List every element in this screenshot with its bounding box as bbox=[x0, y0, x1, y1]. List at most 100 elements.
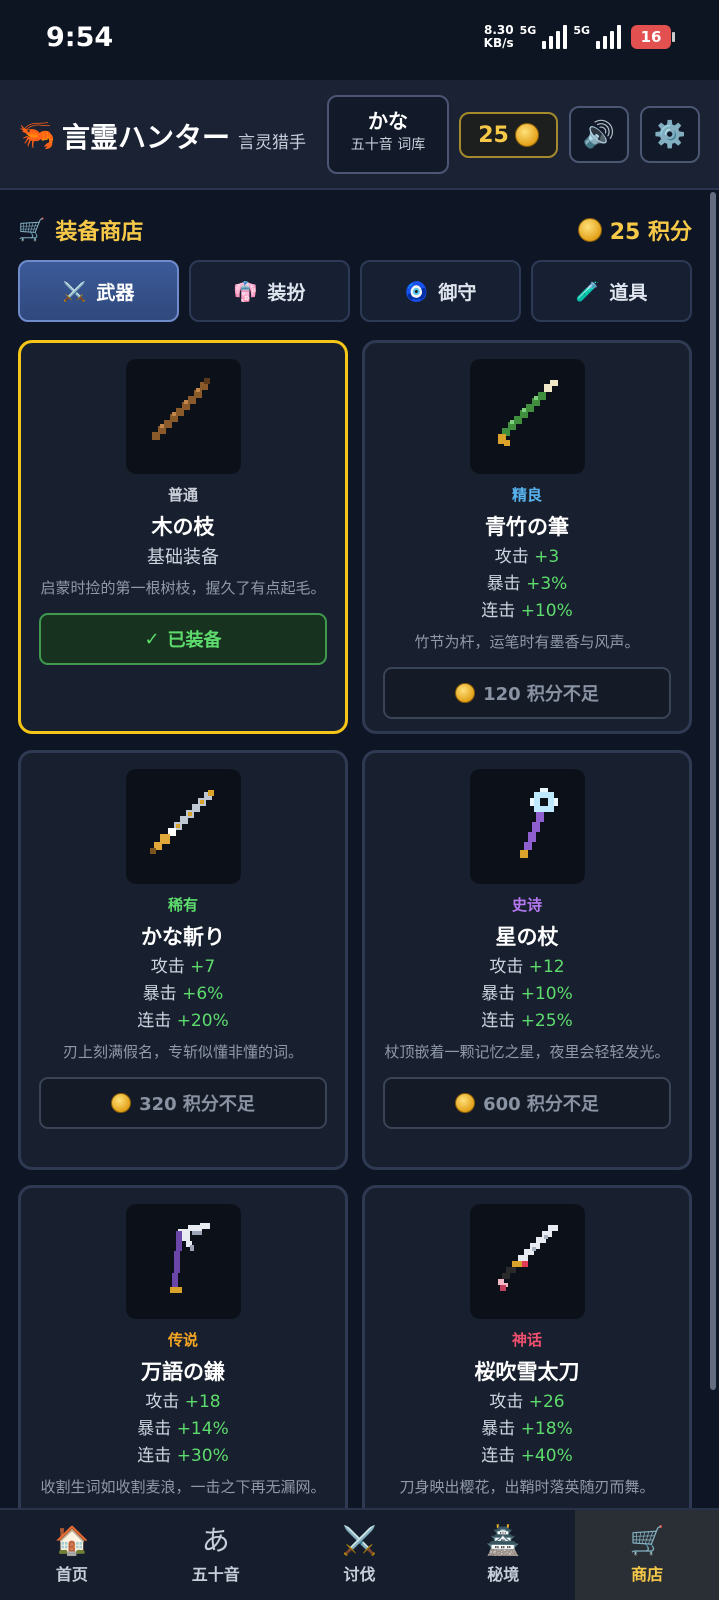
stat-combo: 连击 +40% bbox=[481, 1446, 573, 1466]
app-title: 言霊ハンター bbox=[62, 121, 231, 154]
wooden-branch-icon bbox=[125, 359, 241, 474]
katana-icon bbox=[469, 1204, 585, 1319]
stat-combo: 连击 +10% bbox=[481, 601, 573, 621]
signal-2-label: 5G bbox=[573, 24, 590, 37]
item-card[interactable]: 稀有 かな斬り 攻击 +7 暴击 +6% 连击 +20% 刃上刻满假名，专斩似懂… bbox=[18, 750, 348, 1170]
shop-points-text: 25 积分 bbox=[609, 220, 692, 245]
nav-gojuon[interactable]: あ 五十音 bbox=[144, 1510, 288, 1600]
stat-crit: 暴击 +18% bbox=[481, 1419, 573, 1439]
item-description: 竹节为杆，运笔时有墨香与风声。 bbox=[414, 633, 640, 651]
coin-icon bbox=[577, 218, 602, 242]
sound-button[interactable]: 🔊 bbox=[569, 106, 629, 163]
rarity-label: 精良 bbox=[511, 486, 542, 504]
star-staff-icon bbox=[469, 769, 585, 884]
stat-crit: 暴击 +6% bbox=[142, 984, 224, 1004]
stat-attack: 攻击 +26 bbox=[489, 1392, 565, 1412]
network-speed: 8.30 KB/s bbox=[483, 23, 514, 50]
app-subtitle: 言灵猎手 bbox=[238, 133, 306, 153]
nav-home[interactable]: 🏠 首页 bbox=[0, 1510, 144, 1600]
shop-title: 🛒 装备商店 bbox=[18, 214, 143, 246]
shop-title-text: 装备商店 bbox=[55, 220, 144, 245]
stat-attack: 攻击 +12 bbox=[489, 957, 565, 977]
battery-level: 16 bbox=[640, 28, 662, 46]
buy-button-insufficient[interactable]: 320 积分不足 bbox=[39, 1077, 327, 1129]
item-name: かな斬り bbox=[141, 925, 225, 949]
item-name: 木の枝 bbox=[151, 515, 215, 539]
swords-icon: ⚔️ bbox=[342, 1524, 377, 1557]
item-name: 星の杖 bbox=[495, 925, 559, 949]
cart-icon: 🛒 bbox=[18, 217, 46, 243]
signal-2-icon bbox=[596, 25, 621, 49]
battery-icon: 16 bbox=[631, 25, 675, 49]
points-badge: 25 bbox=[459, 112, 558, 158]
item-description: 收割生词如收割麦浪，一击之下再无漏网。 bbox=[40, 1478, 326, 1496]
shop-points: 25 积分 bbox=[577, 214, 692, 246]
scythe-icon bbox=[125, 1204, 241, 1319]
kana-a-icon: あ bbox=[201, 1524, 230, 1557]
kimono-icon: 👘 bbox=[233, 280, 258, 303]
gear-icon: ⚙️ bbox=[653, 119, 687, 150]
stat-attack: 攻击 +18 bbox=[145, 1392, 221, 1412]
nav-shop[interactable]: 🛒 商店 bbox=[575, 1510, 719, 1600]
stat-combo: 连击 +30% bbox=[137, 1446, 229, 1466]
bamboo-brush-icon bbox=[469, 359, 585, 474]
stat-crit: 暴击 +14% bbox=[137, 1419, 229, 1439]
stat-attack: 攻击 +3 bbox=[494, 547, 560, 567]
cart-icon: 🛒 bbox=[629, 1524, 665, 1557]
library-selector-subtitle: 五十音 词库 bbox=[350, 137, 426, 153]
coin-icon bbox=[111, 1093, 132, 1113]
item-card[interactable]: 普通 木の枝 基础装备 启蒙时捡的第一根树枝，握久了有点起毛。 ✓ 已装备 bbox=[18, 340, 348, 734]
coin-icon bbox=[455, 1093, 476, 1113]
buy-button-insufficient[interactable]: 600 积分不足 bbox=[383, 1077, 671, 1129]
castle-icon: 🏯 bbox=[485, 1524, 521, 1557]
stat-attack: 攻击 +7 bbox=[150, 957, 216, 977]
stat-combo: 连击 +20% bbox=[137, 1011, 229, 1031]
kana-sword-icon bbox=[125, 769, 241, 884]
potion-icon: 🧪 bbox=[575, 280, 600, 303]
equipped-button[interactable]: ✓ 已装备 bbox=[39, 613, 327, 665]
item-base-label: 基础装备 bbox=[147, 547, 219, 568]
item-card[interactable]: 精良 青竹の筆 攻击 +3 暴击 +3% 连击 +10% 竹节为杆，运笔时有墨香… bbox=[362, 340, 692, 734]
bottom-nav: 🏠 首页 あ 五十音 ⚔️ 讨伐 🏯 秘境 🛒 商店 bbox=[0, 1508, 719, 1600]
rarity-label: 传说 bbox=[167, 1331, 198, 1349]
library-selector-title: かな bbox=[368, 109, 408, 133]
signal-1-label: 5G bbox=[519, 24, 537, 37]
rarity-label: 普通 bbox=[167, 486, 198, 504]
library-selector-button[interactable]: かな 五十音 词库 bbox=[327, 95, 449, 174]
status-bar: 9:54 8.30 KB/s 5G 5G 16 bbox=[0, 0, 719, 80]
buy-button-insufficient[interactable]: 120 积分不足 bbox=[383, 667, 671, 719]
rarity-label: 史诗 bbox=[511, 896, 542, 914]
settings-button[interactable]: ⚙️ bbox=[640, 106, 700, 163]
status-indicators: 8.30 KB/s 5G 5G 16 bbox=[483, 23, 675, 50]
check-icon: ✓ bbox=[144, 628, 160, 650]
stat-crit: 暴击 +3% bbox=[486, 574, 568, 594]
status-time: 9:54 bbox=[46, 22, 114, 53]
item-description: 刀身映出樱花，出鞘时落英随刃而舞。 bbox=[399, 1478, 655, 1496]
swords-icon: ⚔️ bbox=[62, 280, 87, 303]
tab-outfits[interactable]: 👘 装扮 bbox=[189, 260, 350, 322]
nav-realm[interactable]: 🏯 秘境 bbox=[431, 1510, 575, 1600]
item-description: 杖顶嵌着一颗记忆之星，夜里会轻轻发光。 bbox=[384, 1043, 670, 1061]
tab-items[interactable]: 🧪 道具 bbox=[531, 260, 692, 322]
item-description: 启蒙时捡的第一根树枝，握久了有点起毛。 bbox=[40, 579, 326, 597]
nav-battle[interactable]: ⚔️ 讨伐 bbox=[288, 1510, 432, 1600]
category-tabs: ⚔️ 武器 👘 装扮 🧿 御守 🧪 道具 bbox=[18, 260, 692, 322]
rarity-label: 神话 bbox=[511, 1331, 542, 1349]
coin-icon bbox=[455, 683, 476, 703]
amulet-icon: 🧿 bbox=[404, 280, 429, 303]
house-icon: 🏠 bbox=[54, 1524, 90, 1557]
coin-icon bbox=[514, 123, 539, 147]
item-description: 刃上刻满假名，专斩似懂非懂的词。 bbox=[62, 1043, 303, 1061]
tab-weapons[interactable]: ⚔️ 武器 bbox=[18, 260, 179, 322]
item-card[interactable]: 史诗 星の杖 攻击 +12 暴击 +10% 连击 +25% 杖顶嵌着一颗记忆之星… bbox=[362, 750, 692, 1170]
tab-charms[interactable]: 🧿 御守 bbox=[360, 260, 521, 322]
shop-header: 🛒 装备商店 25 积分 bbox=[18, 212, 692, 248]
item-name: 青竹の筆 bbox=[485, 515, 569, 539]
scrollbar[interactable] bbox=[710, 192, 716, 1390]
signal-1-icon bbox=[542, 25, 568, 49]
app-header: 🦐 言霊ハンター 言灵猎手 かな 五十音 词库 25 🔊 ⚙️ bbox=[0, 80, 719, 190]
shrimp-logo-icon: 🦐 bbox=[18, 118, 56, 153]
stat-crit: 暴击 +10% bbox=[481, 984, 573, 1004]
item-name: 桜吹雪太刀 bbox=[474, 1360, 580, 1384]
rarity-label: 稀有 bbox=[167, 896, 198, 914]
